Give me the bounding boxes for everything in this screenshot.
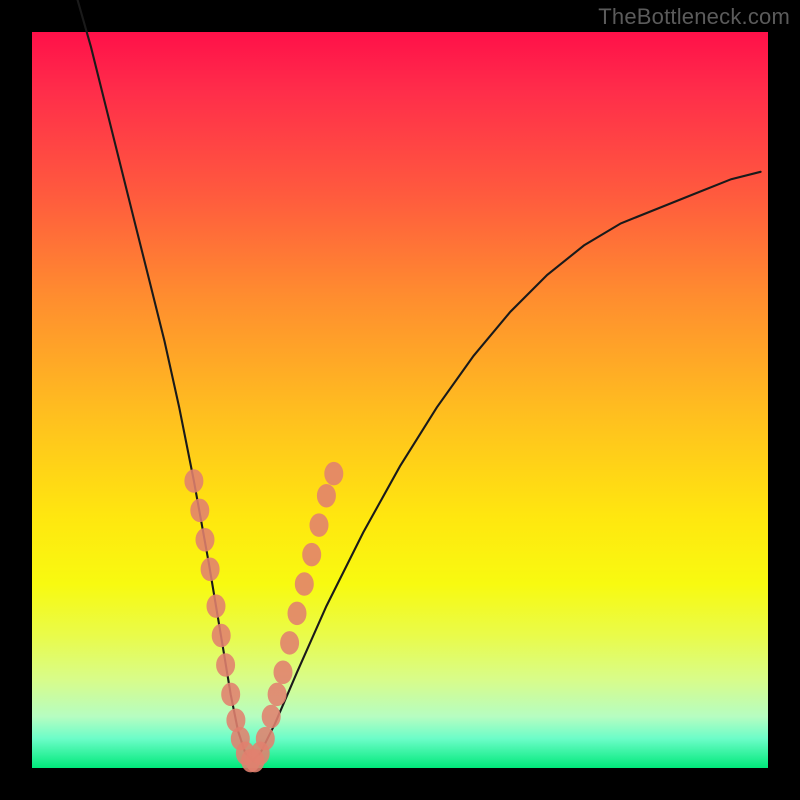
data-dot: [288, 602, 306, 625]
data-dot: [295, 573, 313, 596]
data-dot: [268, 683, 286, 706]
curve-svg: [32, 32, 768, 768]
chart-frame: TheBottleneck.com: [0, 0, 800, 800]
data-dot: [212, 624, 230, 647]
data-dots: [185, 462, 343, 771]
data-dot: [191, 499, 209, 522]
data-dot: [256, 727, 274, 750]
data-dot: [325, 462, 343, 485]
data-dot: [281, 632, 299, 655]
data-dot: [196, 529, 214, 552]
data-dot: [185, 470, 203, 493]
data-dot: [222, 683, 240, 706]
data-dot: [274, 661, 292, 684]
data-dot: [201, 558, 219, 581]
data-dot: [217, 654, 235, 677]
data-dot: [262, 705, 280, 728]
data-dot: [317, 484, 335, 507]
data-dot: [310, 514, 328, 537]
data-dot: [303, 543, 321, 566]
data-dot: [207, 595, 225, 618]
bottleneck-curve: [76, 0, 760, 761]
plot-area: [32, 32, 768, 768]
watermark-text: TheBottleneck.com: [598, 4, 790, 30]
